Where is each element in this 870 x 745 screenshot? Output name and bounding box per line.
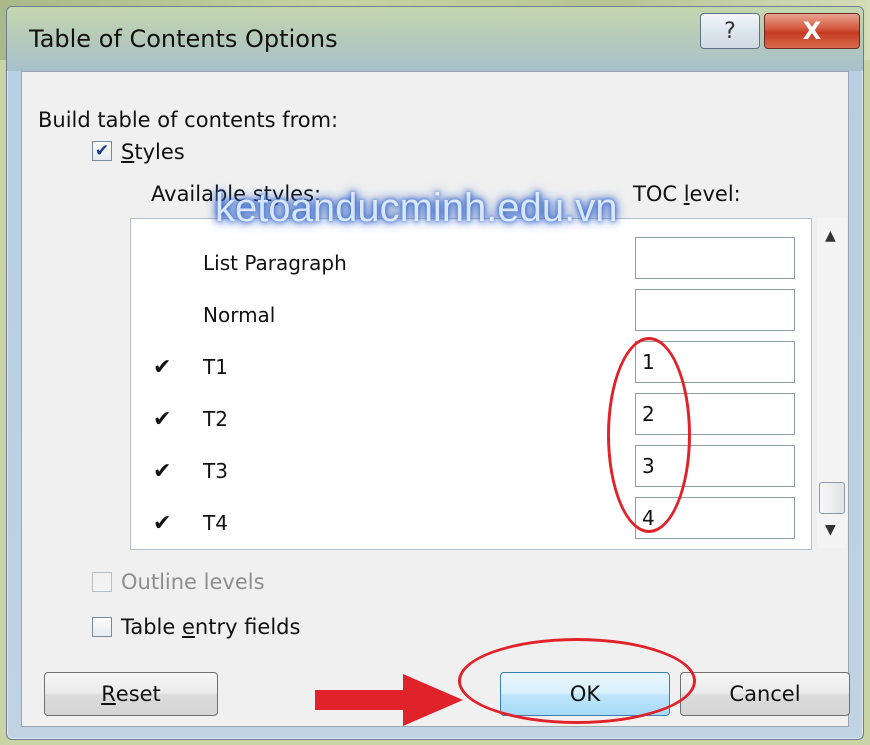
dialog-title: Table of Contents Options [29,25,338,53]
style-name: T3 [203,459,228,483]
toc-levels-highlight-ellipse [607,337,691,533]
scroll-thumb[interactable] [819,482,845,514]
table-entry-fields-checkbox[interactable] [92,617,112,637]
style-name: Normal [203,303,276,327]
style-check-icon: ✔ [153,511,172,536]
styles-label[interactable]: Styles [121,140,185,164]
close-button[interactable]: X [764,13,860,49]
outline-levels-label: Outline levels [121,570,265,594]
reset-button[interactable]: Reset [44,672,218,716]
style-name: List Paragraph [203,251,347,275]
table-entry-fields-label[interactable]: Table entry fields [121,615,300,639]
style-check-icon: ✔ [153,355,172,380]
styles-scrollbar[interactable]: ▲ ▼ [817,218,847,548]
style-name: T1 [203,355,228,379]
style-check-icon: ✔ [153,407,172,432]
help-button[interactable]: ? [700,13,760,49]
dialog-body: Build table of contents from: ✔ Styles A… [21,71,850,727]
toc-level-input[interactable] [635,237,795,279]
watermark-text: ketoanducminh.edu.vn [215,186,618,230]
style-name: T2 [203,407,228,431]
checkmark-icon: ✔ [94,141,110,161]
cancel-button[interactable]: Cancel [680,672,850,716]
styles-checkbox[interactable]: ✔ [92,141,112,161]
style-check-icon: ✔ [153,459,172,484]
toc-options-dialog: Table of Contents Options ? X Build tabl… [6,6,864,740]
scroll-down-arrow-icon[interactable]: ▼ [825,522,836,538]
red-arrow-icon [315,674,463,726]
toc-level-input[interactable] [635,289,795,331]
close-icon: X [802,17,822,45]
build-from-heading: Build table of contents from: [38,108,339,132]
outline-levels-checkbox[interactable] [92,572,112,592]
style-name: T4 [203,511,228,535]
title-bar: Table of Contents Options ? X [7,7,863,71]
toc-level-header: TOC level: [633,182,741,206]
styles-list[interactable]: List Paragraph Normal ✔ T1 1 ✔ T2 2 ✔ T3… [130,218,812,550]
scroll-up-arrow-icon[interactable]: ▲ [825,228,836,244]
question-mark-icon: ? [724,18,736,44]
ok-button-highlight-ellipse [458,638,696,724]
